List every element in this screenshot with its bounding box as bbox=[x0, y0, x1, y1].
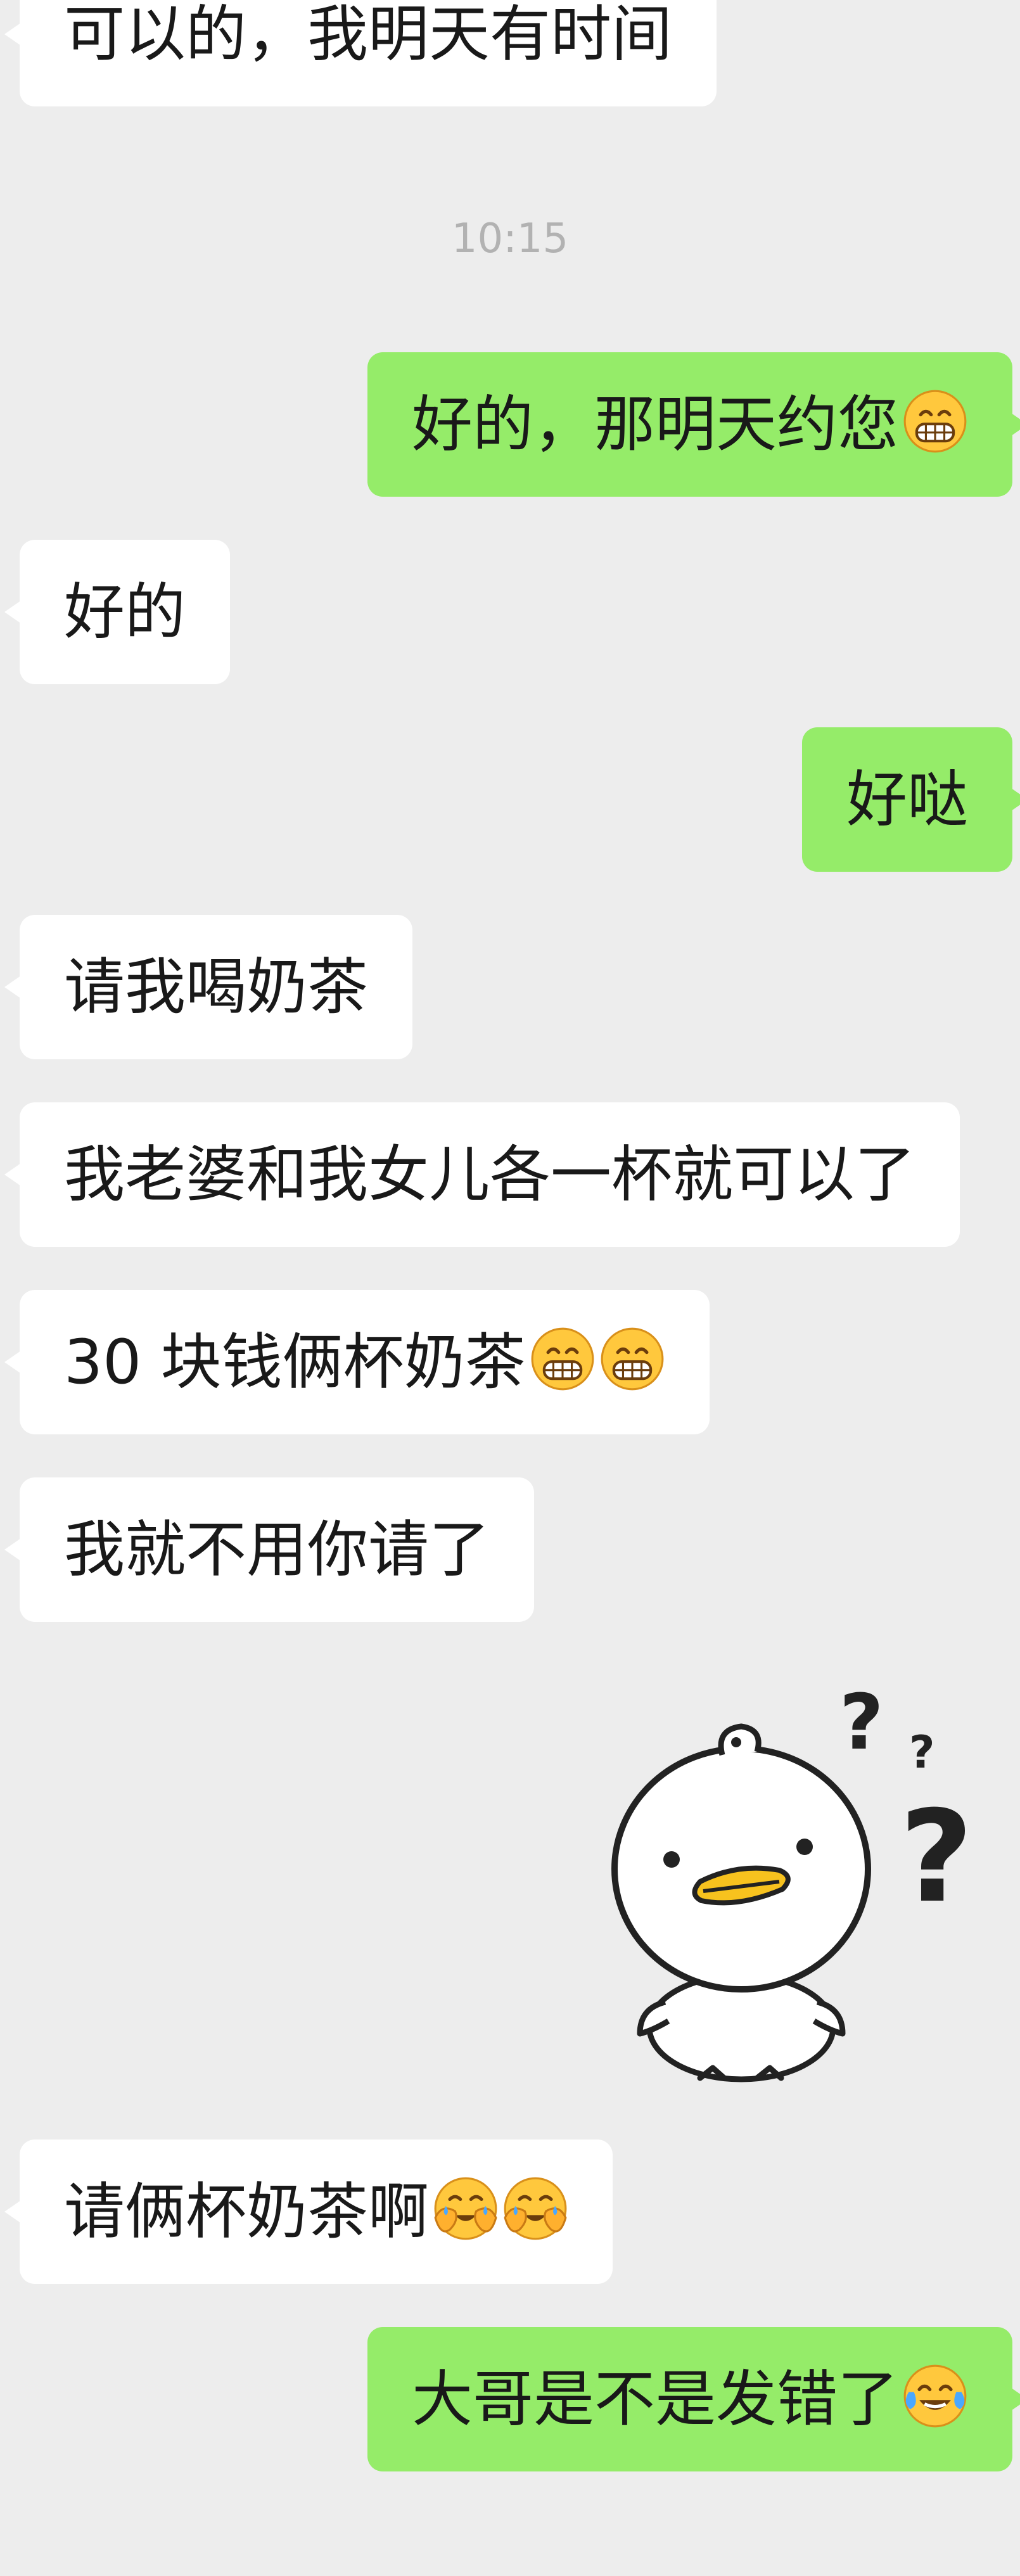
message-text: 请俩杯奶茶啊 bbox=[64, 2176, 429, 2247]
message-text: 请我喝奶茶 bbox=[64, 952, 368, 1023]
message-text: 好的 bbox=[64, 577, 186, 647]
grin-icon bbox=[599, 1326, 665, 1392]
message-bubble-incoming[interactable]: 好的 bbox=[4, 540, 230, 684]
message-bubble-incoming[interactable]: 30 块钱俩杯奶茶 bbox=[4, 1290, 710, 1434]
message-text: 好哒 bbox=[846, 764, 968, 835]
message-text: 好的，那明天约您 bbox=[412, 389, 898, 460]
message-bubble-incoming[interactable]: 我老婆和我女儿各一杯就可以了 bbox=[4, 1102, 960, 1247]
message-bubble-incoming[interactable]: 请俩杯奶茶啊 bbox=[4, 2139, 613, 2284]
svg-text:?: ? bbox=[900, 1783, 973, 1931]
svg-text:?: ? bbox=[839, 1679, 884, 1767]
message-bubble-incoming[interactable]: 可以的，我明天有时间 bbox=[4, 0, 717, 106]
message-bubble-outgoing[interactable]: 好哒 bbox=[802, 727, 1020, 872]
message-bubble-outgoing[interactable]: 好的，那明天约您 bbox=[367, 352, 1020, 497]
facepalm-cry-icon bbox=[502, 2176, 568, 2241]
duck-sticker-image: ? ? ? bbox=[611, 1679, 973, 2082]
grin-icon bbox=[530, 1326, 596, 1392]
message-bubble-incoming[interactable]: 请我喝奶茶 bbox=[4, 915, 412, 1059]
tears-of-joy-icon bbox=[902, 2363, 968, 2429]
message-text: 大哥是不是发错了 bbox=[412, 2364, 898, 2435]
message-text: 我老婆和我女儿各一杯就可以了 bbox=[64, 1139, 915, 1210]
facepalm-cry-icon bbox=[433, 2176, 499, 2241]
grin-icon bbox=[902, 388, 968, 454]
message-text: 我就不用你请了 bbox=[64, 1514, 490, 1585]
message-text: 可以的，我明天有时间 bbox=[64, 0, 672, 70]
timestamp: 10:15 bbox=[451, 215, 569, 262]
message-bubble-incoming[interactable]: 我就不用你请了 bbox=[4, 1477, 534, 1622]
message-text: 30 块钱俩杯奶茶 bbox=[64, 1327, 526, 1398]
svg-text:?: ? bbox=[909, 1726, 935, 1778]
confused-duck-sticker[interactable]: ? ? ? bbox=[589, 1673, 995, 2091]
message-bubble-outgoing[interactable]: 大哥是不是发错了 bbox=[367, 2327, 1020, 2471]
